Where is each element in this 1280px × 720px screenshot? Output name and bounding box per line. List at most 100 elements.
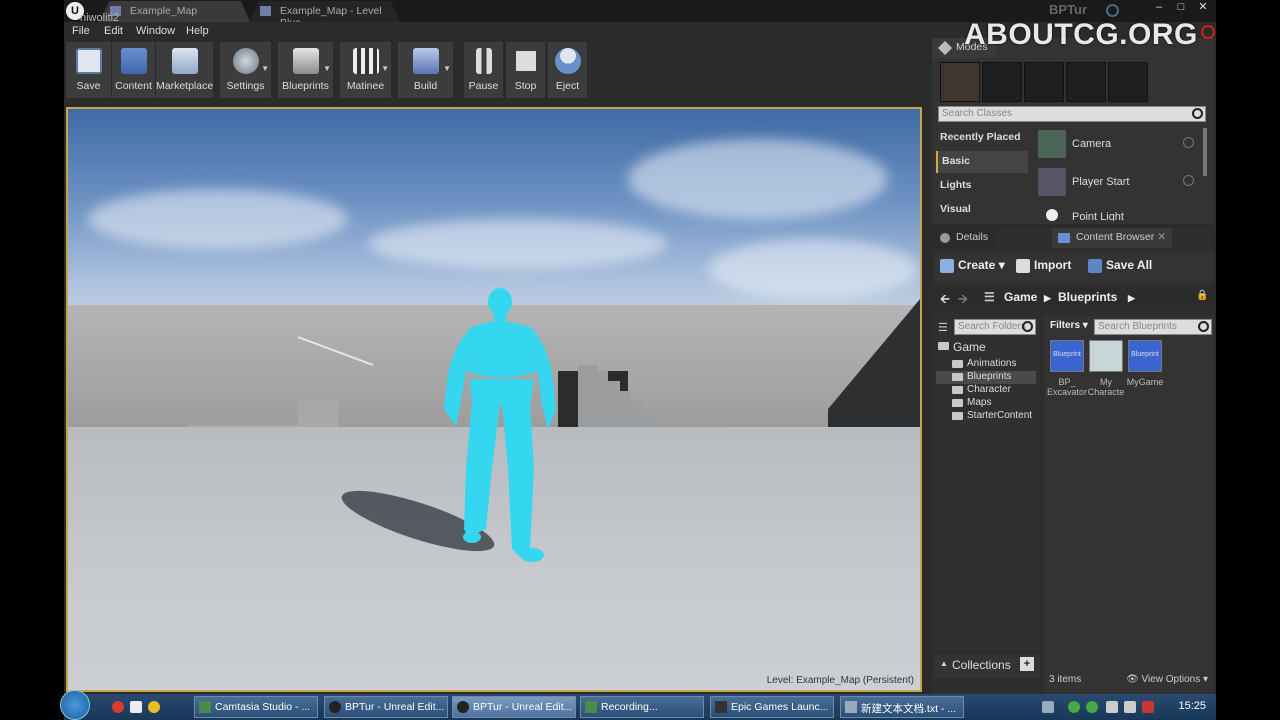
category-lights[interactable]: Lights [936,175,1028,197]
help-icon[interactable] [1183,137,1194,148]
eject-button[interactable]: Eject [548,42,588,98]
tab-example-map[interactable]: Example_Map [100,1,250,22]
chevron-down-icon[interactable]: ▼ [323,64,331,73]
place-item-camera[interactable]: Camera [1032,127,1208,163]
asset-tile-my-character[interactable] [1089,340,1123,372]
tree-folder-game[interactable]: Game [938,340,986,356]
task-bptur-1[interactable]: BPTur - Unreal Edit... [324,696,448,718]
close-button[interactable]: ✕ [1192,0,1214,14]
stop-icon [515,51,536,71]
foliage-mode-icon[interactable] [1066,62,1106,102]
chevron-down-icon[interactable]: ▼ [261,64,269,73]
minimize-button[interactable]: – [1148,0,1170,14]
clock[interactable]: 15:25 [1178,700,1206,712]
back-arrow-icon[interactable]: 🡨 [940,290,950,311]
item-count: 3 items [1049,674,1082,685]
folder-icon [938,342,949,350]
chevron-down-icon[interactable]: ▼ [381,64,389,73]
collections-label: Collections [952,658,1011,672]
place-mode-icon[interactable] [940,62,980,102]
tray-network-icon[interactable] [1106,701,1118,713]
tab-label: Example_Map [130,5,198,17]
lock-icon[interactable]: 🔒 [1196,290,1208,301]
asset-tile-bp-excavator[interactable]: Blueprint [1050,340,1084,372]
tab-details[interactable]: Details [932,228,997,248]
breadcrumb-game[interactable]: Game [1004,290,1037,304]
category-recently-placed[interactable]: Recently Placed [936,127,1028,149]
settings-button[interactable]: Settings ▼ [220,42,272,98]
category-visual[interactable]: Visual [936,199,1028,221]
notepad-icon [845,701,857,713]
search-folders-input[interactable]: Search Folders [954,319,1036,335]
maximize-button[interactable]: □ [1170,0,1192,14]
paint-mode-icon[interactable] [982,62,1022,102]
app-icon[interactable] [148,701,160,713]
pause-button[interactable]: Pause [464,42,504,98]
menu-file[interactable]: File [72,25,90,37]
menu-help[interactable]: Help [186,25,209,37]
add-collection-icon[interactable]: + [1020,657,1034,671]
task-notepad[interactable]: 新建文本文档.txt - ... [840,696,964,718]
filters-button[interactable]: Filters ▾ [1050,320,1088,331]
tree-folder-maps[interactable]: Maps [952,397,991,410]
task-bptur-2[interactable]: BPTur - Unreal Edit... [452,696,576,718]
volume-icon[interactable] [1124,701,1136,713]
geometry-mode-icon[interactable] [1108,62,1148,102]
task-label: BPTur - Unreal Edit... [345,701,445,713]
app-icon[interactable] [130,701,142,713]
tray-app-icon[interactable] [1068,701,1080,713]
menu-window[interactable]: Window [136,25,175,37]
place-item-player-start[interactable]: Player Start [1032,165,1208,201]
level-viewport[interactable]: Level: Example_Map (Persistent) [66,107,922,692]
tab-level-blue[interactable]: Example_Map - Level Blue [250,1,400,22]
build-button[interactable]: Build ▼ [398,42,454,98]
forward-arrow-icon[interactable]: 🡪 [958,290,968,311]
matinee-button[interactable]: Matinee ▼ [340,42,392,98]
collections-bar[interactable]: ▲ Collections + [934,654,1040,678]
task-recording[interactable]: Recording... [580,696,704,718]
close-tab-icon[interactable]: ✕ [1157,231,1166,243]
import-icon [1016,259,1030,273]
menu-edit[interactable]: Edit [104,25,123,37]
blueprints-button[interactable]: Blueprints ▼ [278,42,334,98]
search-classes-input[interactable]: Search Classes [938,106,1206,122]
place-item-label: Camera [1072,138,1112,150]
view-options-button[interactable]: 👁 View Options ▾ [1126,674,1208,685]
start-button[interactable] [60,690,90,720]
place-item-label: Player Start [1072,176,1130,188]
content-button[interactable]: Content [112,42,156,98]
help-icon[interactable] [1183,175,1194,186]
search-blueprints-input[interactable]: Search Blueprints [1094,319,1212,335]
tree-folder-blueprints[interactable]: Blueprints [936,371,1036,384]
main-toolbar: Save Content Marketplace Settings ▼ Blue… [66,42,930,98]
tray-app-icon[interactable] [1086,701,1098,713]
tree-folder-startercontent[interactable]: StarterContent [952,410,1032,423]
place-item-point-light[interactable]: Point Light [1032,203,1208,221]
stop-button[interactable]: Stop [506,42,546,98]
breadcrumb-blueprints[interactable]: Blueprints [1058,290,1117,304]
sources-toggle-icon[interactable]: ☰ [984,290,995,304]
asset-tile-mygame[interactable]: Blueprint [1128,340,1162,372]
create-button[interactable]: Create ▾ [940,258,1005,273]
category-basic[interactable]: Basic [936,151,1028,173]
import-button[interactable]: Import [1016,258,1071,273]
save-button[interactable]: Save [66,42,112,98]
breadcrumb-arrow-icon[interactable]: ▶ [1128,293,1135,304]
tree-folder-animations[interactable]: Animations [952,358,1016,371]
task-epic-launcher[interactable]: Epic Games Launc... [710,696,834,718]
chrome-icon[interactable] [112,701,124,713]
sources-icon: ☰ [938,322,948,334]
scrollbar[interactable] [1203,128,1207,176]
task-camtasia[interactable]: Camtasia Studio - ... [194,696,318,718]
marketplace-button[interactable]: Marketplace [156,42,214,98]
chevron-down-icon[interactable]: ▼ [443,64,451,73]
save-all-button[interactable]: Save All [1088,258,1152,273]
tree-folder-character[interactable]: Character [952,384,1011,397]
search-icon [1022,321,1033,332]
tab-content-browser[interactable]: Content Browser ✕ [1052,228,1172,248]
wrench-icon [937,40,953,56]
landscape-mode-icon[interactable] [1024,62,1064,102]
source-control-icon[interactable] [1106,4,1119,17]
tray-keyboard-icon[interactable] [1042,701,1054,713]
tray-flag-icon[interactable] [1142,701,1154,713]
